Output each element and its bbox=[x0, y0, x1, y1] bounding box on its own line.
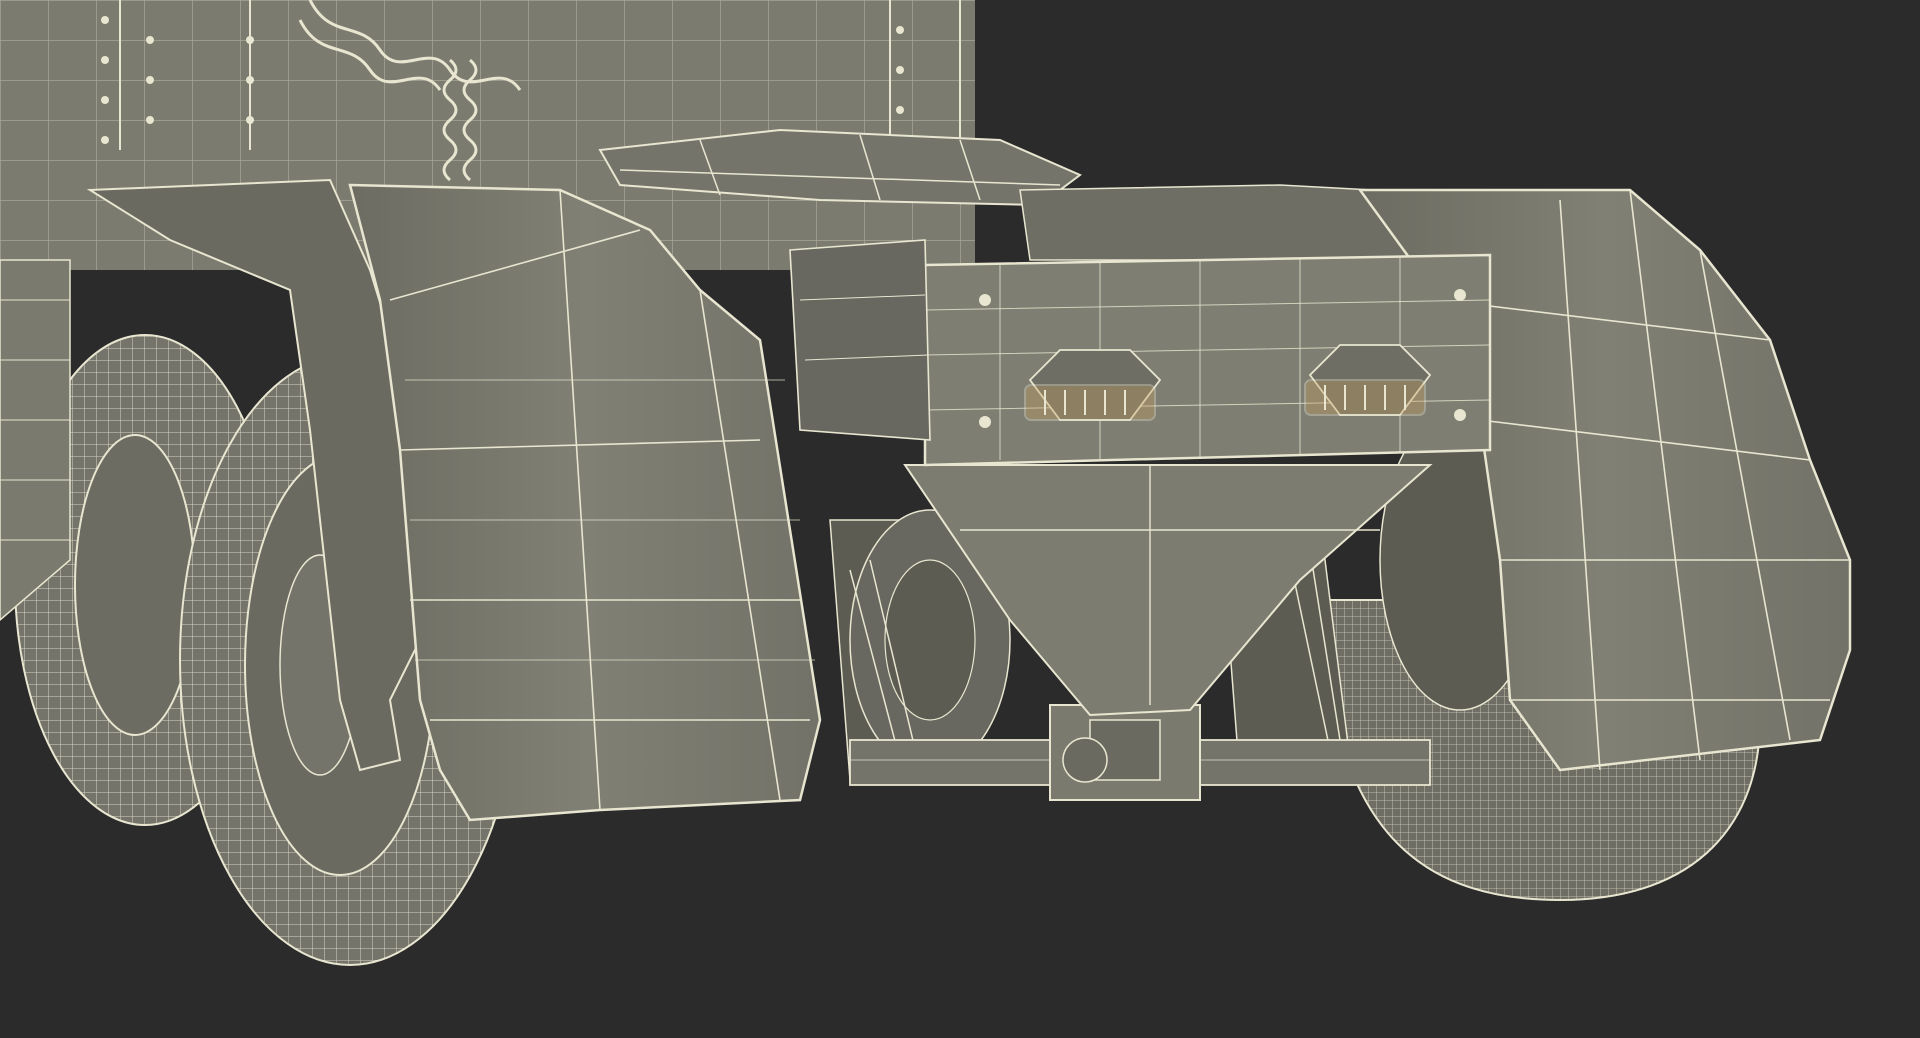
frame-bracket bbox=[789, 239, 931, 441]
left-tail-lamp bbox=[1024, 384, 1156, 421]
rear-light-bar bbox=[923, 253, 1492, 467]
render-viewport bbox=[0, 0, 1920, 1038]
right-tail-lamp bbox=[1304, 379, 1426, 416]
truck-rear-wireframe-render bbox=[0, 0, 1920, 1038]
cab-side-left bbox=[0, 259, 71, 621]
